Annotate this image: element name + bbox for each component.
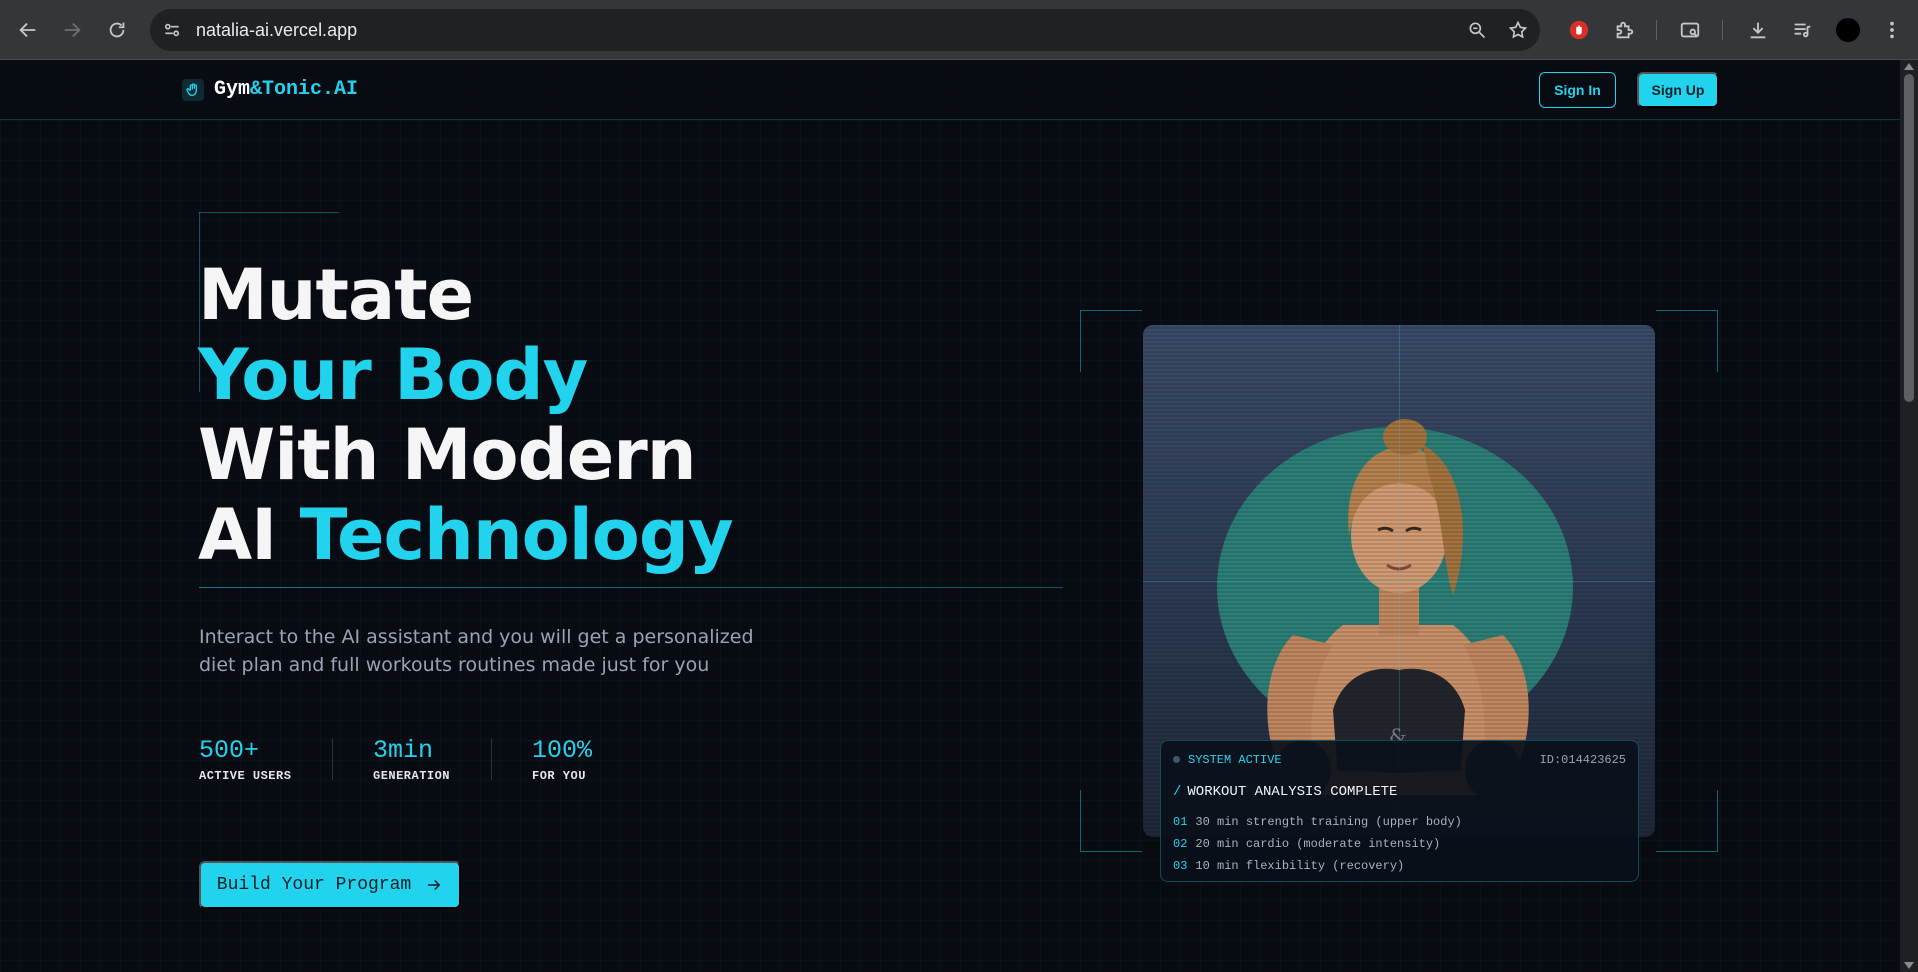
arrow-right-icon xyxy=(428,879,441,891)
page-viewport: Gym&Tonic.AI Sign In Sign Up Mutate Your… xyxy=(0,60,1900,972)
hero-subtitle: Interact to the AI assistant and you wil… xyxy=(199,626,754,676)
system-status: SYSTEM ACTIVE xyxy=(1173,753,1282,767)
hand-icon xyxy=(182,78,204,101)
cta-label: Build Your Program xyxy=(216,875,412,895)
site-header: Gym&Tonic.AI Sign In Sign Up xyxy=(0,60,1900,120)
scroll-up-icon[interactable] xyxy=(1904,63,1914,70)
session-id: ID:014423625 xyxy=(1539,753,1626,767)
frame-corner xyxy=(1656,310,1718,372)
browser-toolbar: natalia-ai.vercel.app xyxy=(0,0,1918,60)
logo-text: Gym&Tonic.AI xyxy=(214,78,359,101)
workout-list: 01 30 min strength training (upper body) … xyxy=(1173,811,1462,877)
zoom-icon[interactable] xyxy=(1465,18,1489,42)
scroll-down-icon[interactable] xyxy=(1904,962,1914,969)
extension-stop-icon[interactable] xyxy=(1565,16,1593,44)
sign-in-button[interactable]: Sign In xyxy=(1539,72,1616,108)
divider xyxy=(199,587,1063,588)
crosshair-line xyxy=(1143,581,1655,582)
toolbar-divider xyxy=(1722,20,1723,40)
stat-for-you: 100% FOR YOU xyxy=(532,736,593,783)
extensions-puzzle-icon[interactable] xyxy=(1610,16,1638,44)
hero-headline: Mutate Your Body With Modern AI Technolo… xyxy=(198,254,734,576)
status-dot-icon xyxy=(1173,756,1180,764)
media-queue-icon[interactable] xyxy=(1788,16,1816,44)
menu-kebab-icon[interactable] xyxy=(1878,16,1906,44)
list-item: 03 10 min flexibility (recovery) xyxy=(1173,859,1405,873)
forward-button[interactable] xyxy=(57,15,87,45)
stat-divider xyxy=(332,738,333,780)
bookmark-star-icon[interactable] xyxy=(1506,18,1530,42)
stat-active-users: 500+ ACTIVE USERS xyxy=(199,736,292,783)
url-text: natalia-ai.vercel.app xyxy=(196,20,358,40)
site-settings-icon[interactable] xyxy=(160,18,184,42)
vertical-scrollbar[interactable] xyxy=(1900,60,1918,972)
reload-button[interactable] xyxy=(102,15,132,45)
site-logo[interactable]: Gym&Tonic.AI xyxy=(182,78,358,101)
back-button[interactable] xyxy=(13,15,43,45)
list-item: 02 20 min cardio (moderate intensity) xyxy=(1173,837,1441,851)
card-title: / WORKOUT ANALYSIS COMPLETE xyxy=(1173,784,1398,800)
address-bar[interactable]: natalia-ai.vercel.app xyxy=(150,9,1540,51)
tab-search-icon[interactable] xyxy=(1676,16,1704,44)
build-program-button[interactable]: Build Your Program xyxy=(199,861,461,909)
profile-avatar[interactable] xyxy=(1834,16,1862,44)
stat-generation: 3min GENERATION xyxy=(373,736,451,783)
frame-corner xyxy=(1080,310,1142,372)
stat-divider xyxy=(491,738,492,780)
workout-status-card: SYSTEM ACTIVE ID:014423625 /WORKOUT ANAL… xyxy=(1160,740,1639,882)
sign-up-button[interactable]: Sign Up xyxy=(1637,72,1719,108)
scrollbar-thumb[interactable] xyxy=(1904,74,1914,402)
frame-accent-line xyxy=(199,212,339,213)
list-item: 01 30 min strength training (upper body) xyxy=(1173,815,1462,829)
frame-corner xyxy=(1080,790,1142,852)
download-icon[interactable] xyxy=(1744,16,1772,44)
toolbar-divider xyxy=(1656,20,1657,40)
frame-corner xyxy=(1656,790,1718,852)
